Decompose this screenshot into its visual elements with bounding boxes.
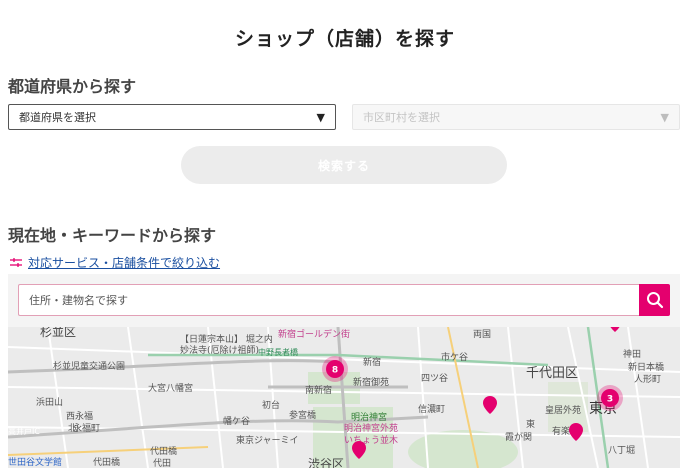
map-label: 代田 bbox=[153, 458, 171, 468]
prefecture-select[interactable]: 都道府県を選択 ▼ bbox=[8, 104, 336, 130]
map-label: 初台 bbox=[262, 399, 280, 411]
chevron-down-icon: ▼ bbox=[660, 110, 669, 124]
keyword-section-title: 現在地・キーワードから探す bbox=[8, 226, 217, 245]
store-pin[interactable] bbox=[608, 327, 622, 332]
map-label: 四ツ谷 bbox=[421, 373, 448, 384]
map-label: 人形町 bbox=[634, 373, 661, 385]
keyword-search-button[interactable] bbox=[639, 284, 670, 316]
store-map[interactable]: 杉並区 【日蓮宗本山】 堀之内 妙法寺(厄除け祖師) 新宿ゴールデン街 両国 中… bbox=[8, 327, 680, 468]
park-area bbox=[408, 430, 518, 468]
pin-cluster[interactable]: 3 bbox=[597, 385, 623, 411]
map-label: 神田 bbox=[623, 348, 641, 360]
map-label: 南新宿 bbox=[305, 384, 332, 396]
keyword-search-input[interactable]: 住所・建物名で探す bbox=[18, 284, 640, 316]
map-label: 世田谷文学館 bbox=[8, 456, 62, 468]
search-button[interactable]: 検索する bbox=[181, 146, 507, 184]
map-label: 信濃町 bbox=[418, 403, 445, 415]
map-label: 永福町 bbox=[73, 422, 100, 434]
map-label: 北 bbox=[68, 423, 77, 434]
map-label: 霞が関 bbox=[505, 431, 532, 443]
map-label: 【日蓮宗本山】 堀之内 bbox=[180, 333, 273, 345]
map-label: 千代田区 bbox=[526, 366, 578, 381]
region-section-title: 都道府県から探す bbox=[8, 77, 137, 96]
filter-icon bbox=[10, 257, 22, 267]
map-label: 杉並児童交通公園 bbox=[53, 360, 125, 372]
city-select[interactable]: 市区町村を選択 ▼ bbox=[352, 104, 680, 130]
map-label: 両国 bbox=[473, 329, 491, 340]
map-label: 浜田山 bbox=[36, 397, 63, 408]
map-label: 東京ジャーミイ bbox=[236, 434, 299, 446]
map-label: 八丁堀 bbox=[608, 445, 635, 456]
filter-link-label: 対応サービス・店舗条件で絞り込む bbox=[28, 256, 221, 270]
map-label: 代田橋 bbox=[150, 445, 177, 457]
filter-link[interactable]: 対応サービス・店舗条件で絞り込む bbox=[10, 254, 220, 271]
map-label: 中野長者橋 bbox=[258, 347, 298, 357]
map-label: いちょう並木 bbox=[344, 434, 398, 446]
map-label: 杉並区 bbox=[40, 327, 76, 339]
map-label: 東 bbox=[526, 418, 535, 430]
chevron-down-icon: ▼ bbox=[316, 110, 325, 124]
map-label: 明治神宮 bbox=[351, 411, 387, 423]
store-pin[interactable] bbox=[483, 396, 497, 414]
map-label: 新日本橋 bbox=[628, 361, 664, 373]
map-label: 代田橋 bbox=[93, 456, 120, 468]
search-icon bbox=[646, 292, 663, 309]
map-label: 参宮橋 bbox=[289, 409, 316, 421]
map-label: 新宿御苑 bbox=[353, 376, 389, 388]
page-title: ショップ（店舗）を探す bbox=[234, 28, 455, 50]
map-label: 西永福 bbox=[66, 410, 93, 422]
pin-cluster[interactable]: 8 bbox=[322, 356, 348, 382]
map-label: 渋谷区 bbox=[308, 457, 344, 468]
map-label: 高井戸IC bbox=[8, 426, 40, 436]
map-label: 皇居外苑 bbox=[545, 404, 581, 416]
cluster-count: 8 bbox=[332, 366, 338, 376]
cluster-count: 3 bbox=[607, 395, 613, 405]
map-label: 明治神宮外苑 bbox=[344, 422, 398, 434]
map-label: 大宮八幡宮 bbox=[148, 382, 193, 394]
map-label: 市ケ谷 bbox=[441, 351, 468, 363]
map-label: 幡ケ谷 bbox=[223, 415, 250, 427]
map-label: 新宿ゴールデン街 bbox=[278, 328, 350, 340]
map-label: 新宿 bbox=[363, 356, 381, 368]
store-pin[interactable] bbox=[569, 423, 583, 441]
prefecture-select-value: 都道府県を選択 bbox=[19, 111, 96, 124]
map-label: 妙法寺(厄除け祖師) bbox=[180, 344, 259, 356]
city-select-value: 市区町村を選択 bbox=[363, 111, 440, 124]
